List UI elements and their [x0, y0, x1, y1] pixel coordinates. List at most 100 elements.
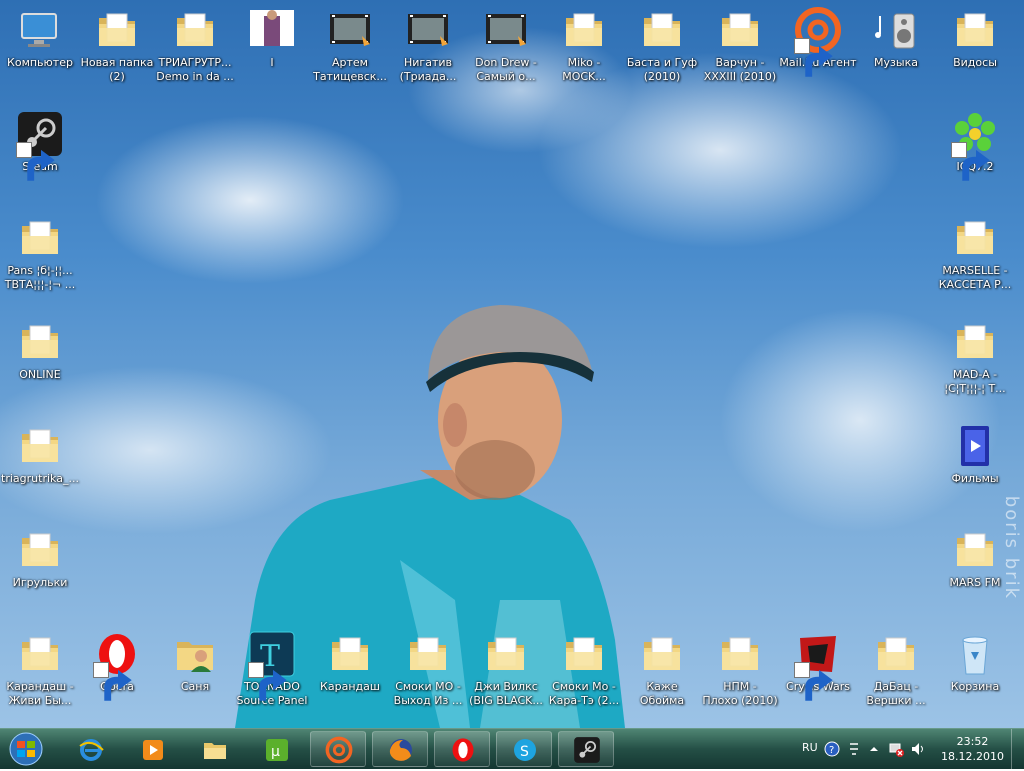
computer-icon: [16, 6, 64, 54]
desktop-icon[interactable]: Фильмы: [936, 422, 1014, 486]
desktop-icon-label: ДаБац - Вершки ...: [866, 680, 926, 707]
desktop-icon-label: Варчун - XXXIII (2010): [703, 56, 777, 83]
taskbar-button-utorrent[interactable]: µ: [248, 731, 304, 767]
desktop-icon[interactable]: Саня: [156, 630, 234, 694]
desktop-icon[interactable]: Компьютер: [1, 6, 79, 70]
desktop-icon[interactable]: Смоки Мо - Кара-Тэ (2...: [545, 630, 623, 708]
volume-icon[interactable]: [910, 741, 926, 757]
folder-icon: [171, 6, 219, 54]
folder-icon: [951, 214, 999, 262]
taskbar-button-skype[interactable]: S: [496, 731, 552, 767]
desktop-icon-label: Музыка: [874, 56, 918, 69]
desktop-icon-label: НПМ - Плохо (2010): [702, 680, 778, 707]
desktop-icon[interactable]: T TORNADO Source Panel: [233, 630, 311, 708]
windows-orb-icon: [9, 732, 43, 766]
desktop-icon[interactable]: MAD-A - ¦С¦Т¦¦¦-¦ Т...: [936, 318, 1014, 396]
desktop-icon-label: Джи Вилкс (BIG BLACK...: [469, 680, 543, 707]
desktop-icon-label: Новая папка (2): [80, 56, 154, 83]
shortcut-arrow-icon: [794, 662, 833, 701]
taskbar-button-steam[interactable]: [558, 731, 614, 767]
desktop-icon[interactable]: MARSELLE - КАССЕТА Р...: [936, 214, 1014, 292]
system-tray: RU ? 23:52 18.12.2010: [794, 729, 1024, 769]
shortcut-arrow-icon: [794, 38, 833, 77]
folder-icon: [93, 6, 141, 54]
taskbar-button-opera[interactable]: [434, 731, 490, 767]
desktop-icon[interactable]: Каже Обойма: [623, 630, 701, 708]
taskbar-button-media-player[interactable]: [124, 731, 180, 767]
show-desktop-button[interactable]: [1011, 729, 1024, 769]
desktop-icon-label: Pans ¦б¦-¦¦... ТВТА¦¦¦-¦¬ ...: [4, 264, 76, 291]
desktop-icon[interactable]: ТРИАГРУТР... Demo in da ...: [156, 6, 234, 84]
taskbar-button-internet-explorer[interactable]: [62, 731, 118, 767]
folder-icon: [16, 214, 64, 262]
video-icon: [326, 6, 374, 54]
desktop-icon[interactable]: triagrutrika_...: [1, 422, 79, 486]
desktop-icon[interactable]: ICQ7.2: [936, 110, 1014, 181]
desktop-icon-label: Игрульки: [12, 576, 68, 589]
desktop-icon[interactable]: Варчун - XXXIII (2010): [701, 6, 779, 84]
clock[interactable]: 23:52 18.12.2010: [941, 734, 1004, 764]
desktop-icon[interactable]: Карандаш - Живи Бы...: [1, 630, 79, 708]
recycle-bin-icon: [951, 630, 999, 678]
desktop-icon[interactable]: Новая папка (2): [78, 6, 156, 84]
taskbar-button-explorer[interactable]: [186, 731, 242, 767]
network-disconnected-icon[interactable]: [888, 741, 904, 757]
folder-icon: [16, 318, 64, 366]
desktop-icon-label: Карандаш - Живи Бы...: [6, 680, 74, 707]
desktop-icon-label: Нигатив (Триада...: [399, 56, 457, 83]
desktop-icon[interactable]: Steam: [1, 110, 79, 181]
desktop-icon-label: Корзина: [950, 680, 1000, 693]
desktop-icon-label: Карандаш: [320, 680, 380, 693]
show-hidden-icons-icon[interactable]: [866, 741, 882, 757]
svg-text:S: S: [520, 744, 529, 760]
taskbar: µ S RU ? 23:52 18.12.2010: [0, 728, 1024, 769]
desktop-icon[interactable]: ONLINE: [1, 318, 79, 382]
tornado-icon: T: [248, 630, 296, 701]
desktop-icon[interactable]: Нигатив (Триада...: [389, 6, 467, 84]
folder-icon: [326, 630, 374, 678]
wallpaper-person: [235, 305, 625, 728]
desktop-icon[interactable]: Джи Вилкс (BIG BLACK...: [467, 630, 545, 708]
clock-time: 23:52: [956, 735, 989, 748]
desktop-icon[interactable]: Музыка: [857, 6, 935, 70]
taskbar-button-mailru-agent[interactable]: [310, 731, 366, 767]
help-icon[interactable]: ?: [824, 741, 840, 757]
desktop-icon-label: triagrutrika_...: [1, 472, 79, 485]
shortcut-arrow-icon: [248, 662, 287, 701]
desktop-icon[interactable]: Смоки МО - Выход Из ...: [389, 630, 467, 708]
folder-icon: [16, 526, 64, 574]
desktop-icon-label: I: [270, 56, 274, 69]
desktop-icon-label: Don Drew - Самый о...: [475, 56, 537, 83]
tray-options-icon[interactable]: [846, 741, 862, 757]
desktop-icon-label: Видосы: [953, 56, 997, 69]
desktop-icon[interactable]: Артем Татищевск...: [311, 6, 389, 84]
start-button[interactable]: [6, 731, 46, 767]
desktop-icon-label: Смоки МО - Выход Из ...: [393, 680, 463, 707]
desktop-icon-label: Компьютер: [7, 56, 73, 69]
desktop-icon[interactable]: Игрульки: [1, 526, 79, 590]
mailru-agent-icon: [794, 6, 842, 77]
desktop-icon[interactable]: Pans ¦б¦-¦¦... ТВТА¦¦¦-¦¬ ...: [1, 214, 79, 292]
desktop-icon[interactable]: Карандаш: [311, 630, 389, 694]
taskbar-button-firefox[interactable]: [372, 731, 428, 767]
desktop-icon[interactable]: Баста и Гуф (2010): [623, 6, 701, 84]
language-indicator[interactable]: RU: [802, 741, 818, 754]
desktop-icon[interactable]: ДаБац - Вершки ...: [857, 630, 935, 708]
desktop-icon[interactable]: Видосы: [936, 6, 1014, 70]
desktop-icon[interactable]: Crysis Wars: [779, 630, 857, 701]
folder-icon: [872, 630, 920, 678]
desktop-icon[interactable]: Miko - MOCK...: [545, 6, 623, 84]
desktop-icon[interactable]: MARS FM: [936, 526, 1014, 590]
opera-icon: [93, 630, 141, 701]
desktop-icon-label: Каже Обойма: [639, 680, 685, 707]
desktop-icon[interactable]: Opera: [78, 630, 156, 701]
folder-icon: [560, 6, 608, 54]
desktop-icon[interactable]: Корзина: [936, 630, 1014, 694]
folder-icon: [951, 526, 999, 574]
desktop-icon[interactable]: I: [233, 6, 311, 70]
svg-text:?: ?: [829, 745, 834, 756]
desktop-icon-label: Артем Татищевск...: [313, 56, 387, 83]
desktop-icon[interactable]: Mail.Ru Агент: [779, 6, 857, 77]
desktop-icon[interactable]: Don Drew - Самый о...: [467, 6, 545, 84]
desktop-icon[interactable]: НПМ - Плохо (2010): [701, 630, 779, 708]
